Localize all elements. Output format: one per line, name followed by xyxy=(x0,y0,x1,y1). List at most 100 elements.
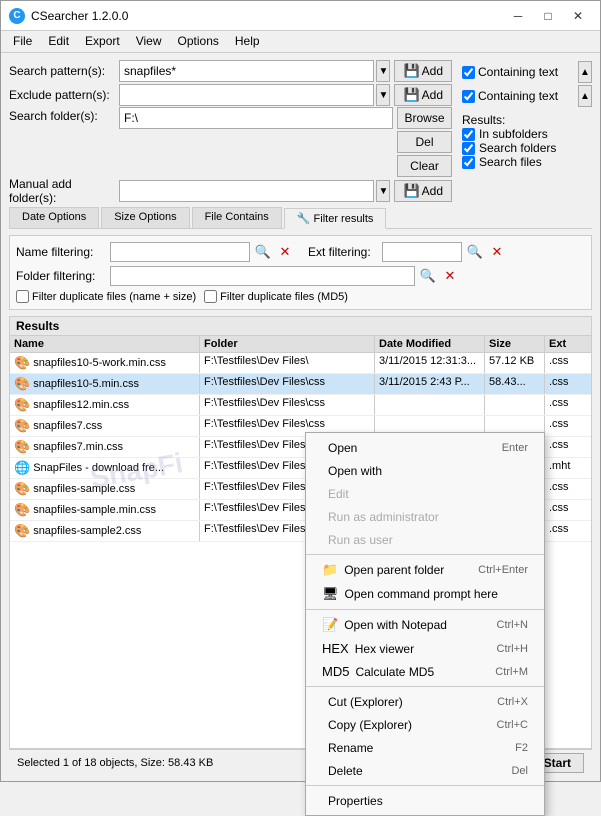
tab-filter-results[interactable]: 🔧 Filter results xyxy=(284,208,387,229)
col-header-folder[interactable]: Folder xyxy=(200,336,375,352)
folder-filter-input[interactable] xyxy=(110,266,415,286)
cell-name: 🎨 snapfiles-sample.css xyxy=(10,479,200,499)
context-menu-item[interactable]: Copy (Explorer) Ctrl+C xyxy=(306,713,544,736)
manual-add-input[interactable] xyxy=(119,180,374,202)
file-icon: 🎨 xyxy=(14,355,30,371)
name-filter-label: Name filtering: xyxy=(16,245,106,259)
file-icon: 🎨 xyxy=(14,439,30,455)
ext-filter-input[interactable] xyxy=(382,242,462,262)
search-pattern-input[interactable] xyxy=(119,60,374,82)
name-search-icon[interactable]: 🔍 xyxy=(254,243,272,261)
table-row[interactable]: 🎨 snapfiles12.min.css F:\Testfiles\Dev F… xyxy=(10,395,591,416)
menu-help[interactable]: Help xyxy=(227,33,268,50)
context-menu-item-label: MD5Calculate MD5 xyxy=(322,664,434,679)
search-files-label: Search files xyxy=(479,155,542,169)
results-section: Results: In subfolders Search folders Se… xyxy=(462,113,592,169)
tab-file-contains[interactable]: File Contains xyxy=(192,207,282,228)
containing-text-1-arrow[interactable]: ▲ xyxy=(578,61,592,83)
folder-filter-label: Folder filtering: xyxy=(16,269,106,283)
context-menu-item-shortcut: Ctrl+N xyxy=(497,619,528,631)
menu-options[interactable]: Options xyxy=(170,33,227,50)
dedup-row: Filter duplicate files (name + size) Fil… xyxy=(16,290,585,303)
search-files-checkbox[interactable] xyxy=(462,156,475,169)
search-pattern-row: Search pattern(s): ▼ 💾 Add xyxy=(9,59,452,83)
context-menu-item[interactable]: Open with xyxy=(306,459,544,482)
context-menu-item[interactable]: 📝Open with Notepad Ctrl+N xyxy=(306,613,544,637)
del-button[interactable]: Del xyxy=(397,131,452,153)
browse-button[interactable]: Browse xyxy=(397,107,452,129)
tabs-bar: Date Options Size Options File Contains … xyxy=(9,207,592,229)
dedup2-checkbox[interactable] xyxy=(204,290,217,303)
maximize-button[interactable]: □ xyxy=(534,6,562,26)
exclude-pattern-label: Exclude pattern(s): xyxy=(9,88,119,102)
file-icon: 🎨 xyxy=(14,397,30,413)
table-row[interactable]: 🎨 snapfiles10-5-work.min.css F:\Testfile… xyxy=(10,353,591,374)
context-menu-item[interactable]: 🖥Open command prompt here xyxy=(306,582,544,606)
cell-ext: .css xyxy=(545,479,585,499)
context-menu-item-icon: HEX xyxy=(322,641,349,656)
manual-add-row: Manual add folder(s): ▼ 💾 Add xyxy=(9,179,452,203)
context-menu-item[interactable]: 📁Open parent folder Ctrl+Enter xyxy=(306,558,544,582)
context-menu-item-label: 📁Open parent folder xyxy=(322,562,444,578)
in-subfolders-checkbox[interactable] xyxy=(462,128,475,141)
dedup1-checkbox[interactable] xyxy=(16,290,29,303)
file-icon: 🎨 xyxy=(14,418,30,434)
name-clear-icon[interactable]: ✕ xyxy=(276,243,294,261)
clear-button[interactable]: Clear xyxy=(397,155,452,177)
file-icon: 🎨 xyxy=(14,481,30,497)
col-header-date[interactable]: Date Modified xyxy=(375,336,485,352)
context-menu-item[interactable]: HEXHex viewer Ctrl+H xyxy=(306,637,544,660)
close-button[interactable]: ✕ xyxy=(564,6,592,26)
search-pattern-dropdown[interactable]: ▼ xyxy=(376,60,390,82)
menu-bar: File Edit Export View Options Help xyxy=(1,31,600,53)
context-menu-item-icon: MD5 xyxy=(322,664,349,679)
in-subfolders-label: In subfolders xyxy=(479,127,548,141)
folder-clear-icon[interactable]: ✕ xyxy=(441,267,459,285)
table-header: Name Folder Date Modified Size Ext xyxy=(10,336,591,353)
col-header-ext[interactable]: Ext xyxy=(545,336,585,352)
cell-ext: .css xyxy=(545,395,585,415)
menu-export[interactable]: Export xyxy=(77,33,128,50)
col-header-name[interactable]: Name xyxy=(10,336,200,352)
containing-text-2-checkbox[interactable] xyxy=(462,90,475,103)
file-icon: 🎨 xyxy=(14,376,30,392)
context-menu-item[interactable]: Rename F2 xyxy=(306,736,544,759)
folder-filter-row: Folder filtering: 🔍 ✕ xyxy=(16,266,585,286)
ext-search-icon[interactable]: 🔍 xyxy=(466,243,484,261)
containing-text-2-arrow[interactable]: ▲ xyxy=(578,85,592,107)
tab-date-options[interactable]: Date Options xyxy=(9,207,99,228)
cell-date: 3/11/2015 2:43 P... xyxy=(375,374,485,394)
manual-add-button[interactable]: 💾 Add xyxy=(394,180,452,202)
search-folder-row: Search folder(s): F:\ Browse Del Clear xyxy=(9,107,452,177)
menu-file[interactable]: File xyxy=(5,33,40,50)
context-menu-item[interactable]: MD5Calculate MD5 Ctrl+M xyxy=(306,660,544,683)
context-menu-item-label: Run as user xyxy=(322,532,393,547)
menu-view[interactable]: View xyxy=(128,33,170,50)
menu-edit[interactable]: Edit xyxy=(40,33,77,50)
manual-add-dropdown[interactable]: ▼ xyxy=(376,180,390,202)
ext-clear-icon[interactable]: ✕ xyxy=(488,243,506,261)
context-menu-item[interactable]: Properties xyxy=(306,789,544,812)
col-header-size[interactable]: Size xyxy=(485,336,545,352)
folder-search-icon[interactable]: 🔍 xyxy=(419,267,437,285)
minimize-button[interactable]: ─ xyxy=(504,6,532,26)
context-menu-item[interactable]: Cut (Explorer) Ctrl+X xyxy=(306,690,544,713)
search-folders-checkbox[interactable] xyxy=(462,142,475,155)
tab-size-options[interactable]: Size Options xyxy=(101,207,189,228)
context-menu-item[interactable]: Delete Del xyxy=(306,759,544,782)
exclude-pattern-dropdown[interactable]: ▼ xyxy=(376,84,390,106)
table-row[interactable]: 🎨 snapfiles10-5.min.css F:\Testfiles\Dev… xyxy=(10,374,591,395)
context-menu-item-shortcut: Ctrl+X xyxy=(497,696,528,708)
search-folder-list[interactable]: F:\ xyxy=(119,107,393,129)
exclude-pattern-input[interactable] xyxy=(119,84,374,106)
cell-name: 🎨 snapfiles10-5-work.min.css xyxy=(10,353,200,373)
exclude-pattern-add-button[interactable]: 💾 Add xyxy=(394,84,452,106)
file-icon: 🎨 xyxy=(14,523,30,539)
context-menu-item-label: Properties xyxy=(322,793,383,808)
containing-text-1-checkbox[interactable] xyxy=(462,66,475,79)
context-menu-item-shortcut: F2 xyxy=(515,742,528,754)
folder-list-item: F:\ xyxy=(122,110,390,126)
search-pattern-add-button[interactable]: 💾 Add xyxy=(394,60,452,82)
context-menu-item[interactable]: Open Enter xyxy=(306,436,544,459)
name-filter-input[interactable] xyxy=(110,242,250,262)
